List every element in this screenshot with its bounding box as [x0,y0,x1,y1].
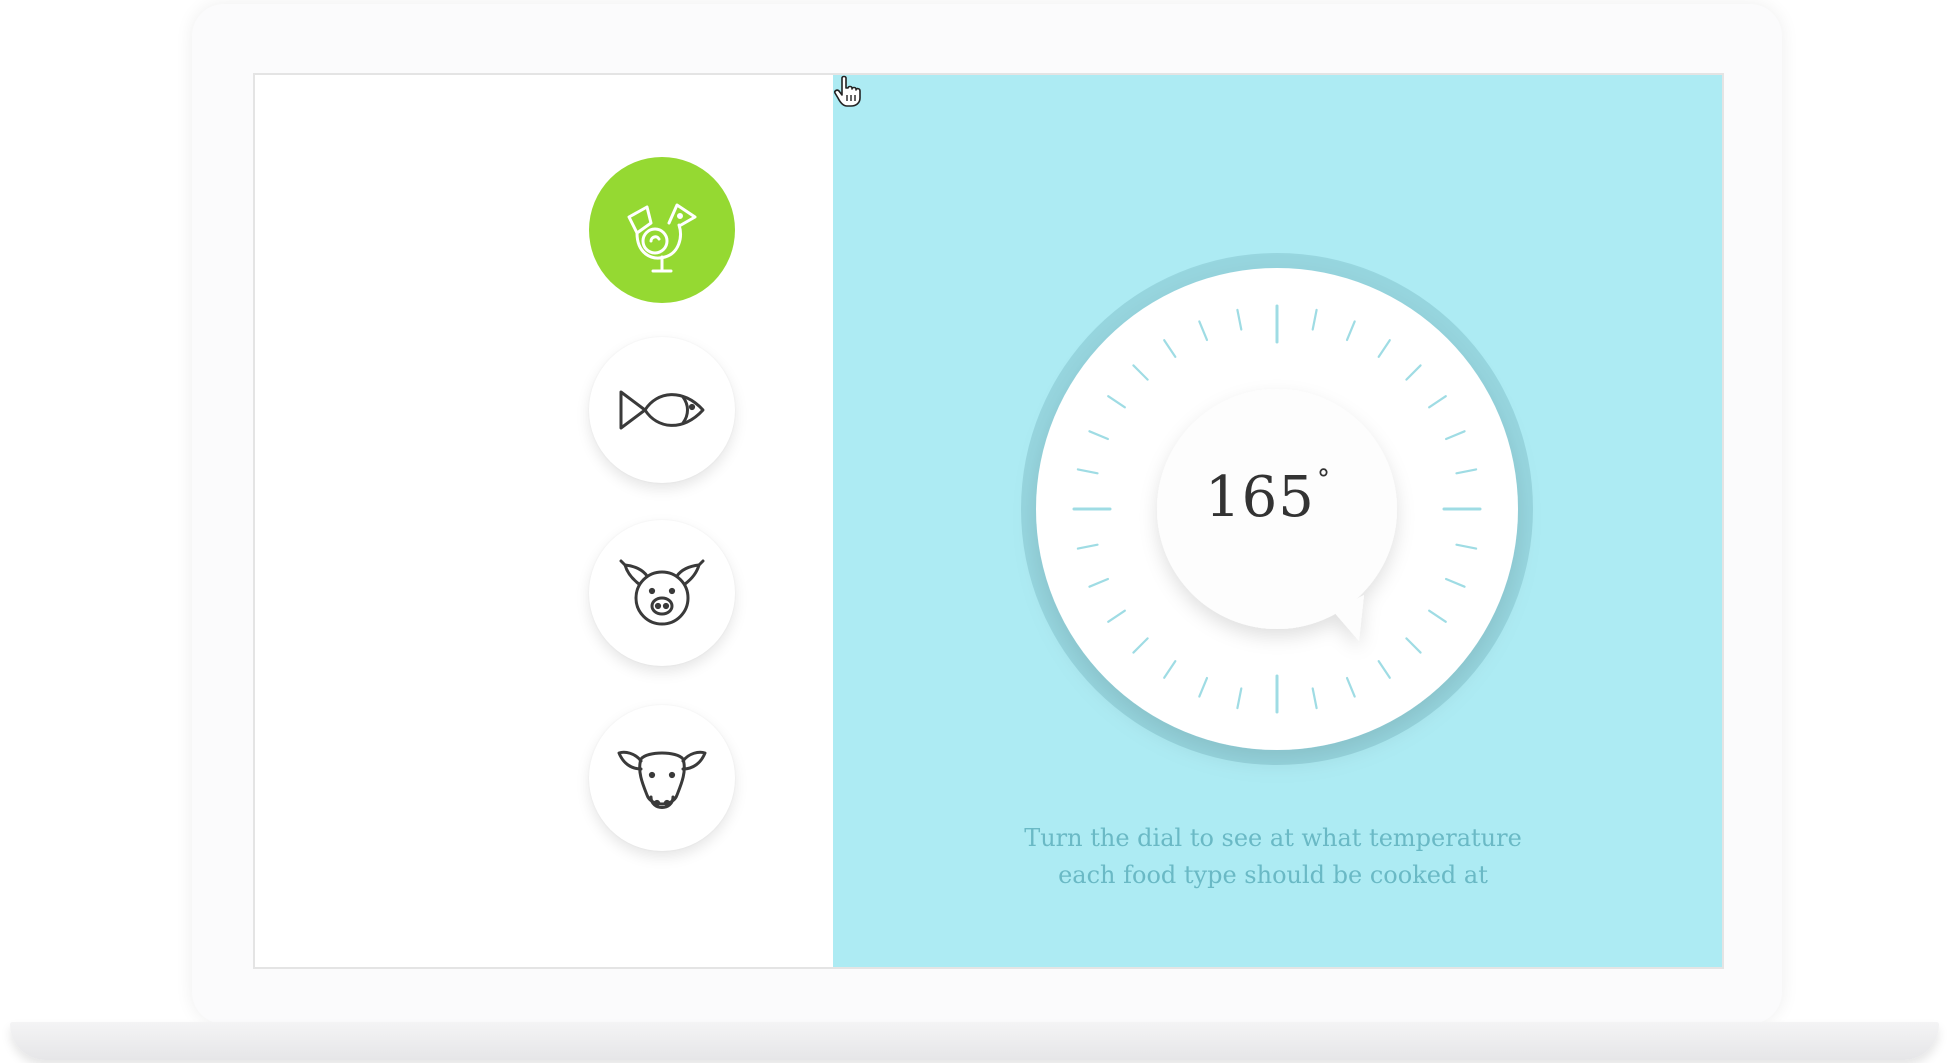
chicken-icon [627,203,697,273]
hand-cursor-icon [834,75,861,107]
food-type-panel [255,75,833,967]
dial-panel: 165° Turn the dial to see at what temper… [833,75,1722,967]
fish-button[interactable] [589,337,735,483]
cow-icon [617,750,707,809]
app-screen: 165° Turn the dial to see at what temper… [253,73,1724,969]
cow-button[interactable] [589,705,735,851]
pig-button[interactable] [589,520,735,666]
pig-icon [619,559,705,626]
fish-icon [619,390,705,430]
caption-line-1: Turn the dial to see at what temperature [1024,824,1522,852]
laptop-base [10,1022,1939,1060]
instruction-caption: Turn the dial to see at what temperature… [1013,820,1533,894]
caption-line-2: each food type should be cooked at [1058,861,1488,889]
chicken-button[interactable] [589,157,735,303]
